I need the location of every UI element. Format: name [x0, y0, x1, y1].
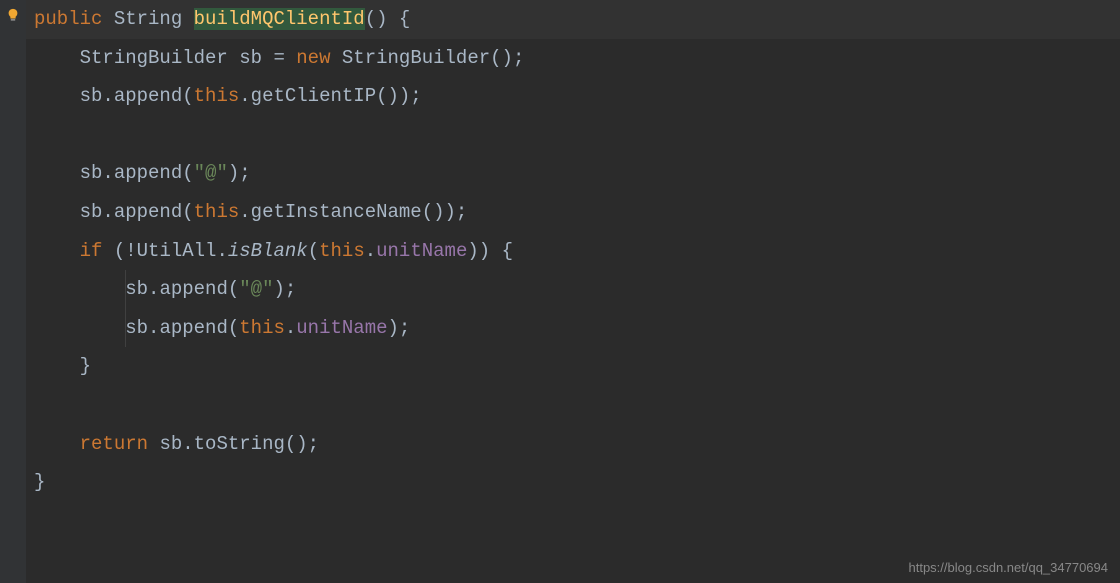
- indent-guide: [125, 270, 126, 309]
- watermark-text: https://blog.csdn.net/qq_34770694: [909, 560, 1109, 575]
- keyword-public: public: [34, 8, 102, 30]
- field-unitname: unitName: [376, 240, 467, 262]
- code-line: sb.append(this.getInstanceName());: [26, 193, 1120, 232]
- type-string: String: [114, 8, 182, 30]
- keyword-this: this: [194, 85, 240, 107]
- string-literal: "@": [194, 162, 228, 184]
- keyword-new: new: [296, 47, 330, 69]
- field-unitname: unitName: [296, 317, 387, 339]
- keyword-if: if: [80, 240, 103, 262]
- keyword-this: this: [239, 317, 285, 339]
- code-line-blank: [26, 116, 1120, 155]
- method-name: buildMQClientId: [194, 8, 365, 30]
- keyword-this: this: [194, 201, 240, 223]
- code-line: if (!UtilAll.isBlank(this.unitName)) {: [26, 232, 1120, 271]
- code-line-blank: [26, 386, 1120, 425]
- code-line: return sb.toString();: [26, 425, 1120, 464]
- keyword-this: this: [319, 240, 365, 262]
- code-line: }: [26, 347, 1120, 386]
- code-line: sb.append("@");: [26, 154, 1120, 193]
- static-method: isBlank: [228, 240, 308, 262]
- editor-gutter: [0, 0, 26, 583]
- code-line: }: [26, 463, 1120, 502]
- code-line: sb.append("@");: [26, 270, 1120, 309]
- code-editor[interactable]: public String buildMQClientId() { String…: [26, 0, 1120, 583]
- code-line: StringBuilder sb = new StringBuilder();: [26, 39, 1120, 78]
- indent-guide: [125, 309, 126, 348]
- string-literal: "@": [239, 278, 273, 300]
- code-line: public String buildMQClientId() {: [26, 0, 1120, 39]
- code-line: sb.append(this.getClientIP());: [26, 77, 1120, 116]
- lightbulb-icon[interactable]: [6, 6, 20, 20]
- keyword-return: return: [80, 433, 148, 455]
- code-line: sb.append(this.unitName);: [26, 309, 1120, 348]
- type-stringbuilder: StringBuilder: [80, 47, 228, 69]
